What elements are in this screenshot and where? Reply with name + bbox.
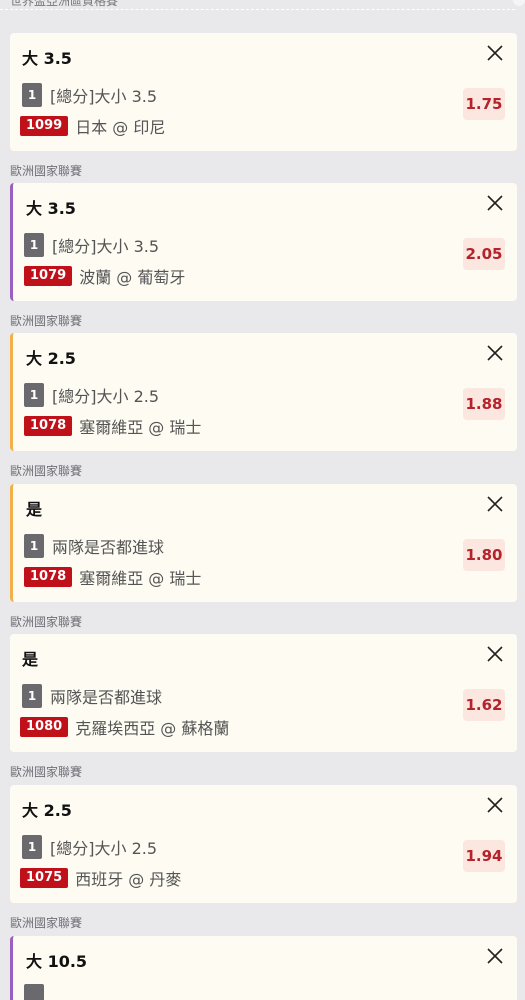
odds-button[interactable]: 1.88 [463,388,505,420]
close-icon [487,345,503,361]
remove-bet-button[interactable] [485,43,505,63]
market-label: [總分]大小 2.5 [52,387,160,406]
match-id-badge: 1079 [24,266,73,286]
odds-button[interactable]: 1.62 [463,689,505,721]
remove-bet-button[interactable] [485,494,505,514]
bet-slip-card: 是 1 兩隊是否都進球 1078 塞爾維亞 @ 瑞士 1.80 [10,484,517,602]
match-id-badge: 1080 [20,717,69,737]
corner-handle [513,0,525,6]
close-icon [487,948,503,964]
league-label-cut: 世界盃亞洲區資格賽 [10,0,119,8]
odds-button[interactable]: 1.94 [463,840,505,872]
selection-label: 大 2.5 [22,801,72,820]
remove-bet-button[interactable] [485,644,505,664]
selection-label: 大 2.5 [26,349,76,368]
match-id-badge: 1099 [20,116,69,136]
count-badge: 1 [24,233,44,257]
odds-button[interactable]: 1.75 [463,88,505,120]
bet-slip-card: 大 2.5 1 [總分]大小 2.5 1075 西班牙 @ 丹麥 1.94 [10,785,517,903]
odds-button[interactable]: 1.80 [463,539,505,571]
bet-slip-card: 大 3.5 1 [總分]大小 3.5 1079 波蘭 @ 葡萄牙 2.05 [10,183,517,301]
selection-label: 是 [22,650,39,669]
count-badge: 1 [22,684,42,708]
match-id-badge: 1078 [24,416,73,436]
league-label: 歐洲國家聯賽 [10,164,83,178]
bet-slip-card: 大 2.5 1 [總分]大小 2.5 1078 塞爾維亞 @ 瑞士 1.88 [10,333,517,451]
odds-button[interactable]: 2.05 [463,238,505,270]
league-label: 歐洲國家聯賽 [10,765,83,779]
selection-label: 大 10.5 [26,952,88,971]
league-label: 歐洲國家聯賽 [10,314,83,328]
league-label: 歐洲國家聯賽 [10,615,83,629]
market-label: [總分]大小 3.5 [52,237,160,256]
close-icon [487,45,503,61]
count-badge: 1 [22,83,42,107]
count-badge: 1 [24,383,44,407]
bet-slip-card: 是 1 兩隊是否都進球 1080 克羅埃西亞 @ 蘇格蘭 1.62 [10,634,517,752]
count-badge [24,984,44,1000]
teams-label: 塞爾維亞 @ 瑞士 [79,569,202,588]
market-label: [總分]大小 2.5 [50,839,158,858]
league-label: 歐洲國家聯賽 [10,464,83,478]
teams-label: 波蘭 @ 葡萄牙 [79,268,186,287]
market-label: [總分]大小 3.5 [50,87,158,106]
close-icon [487,646,503,662]
teams-label: 日本 @ 印尼 [75,118,166,137]
count-badge: 1 [24,534,44,558]
teams-label: 塞爾維亞 @ 瑞士 [79,418,202,437]
teams-label: 西班牙 @ 丹麥 [75,870,182,889]
market-label: 兩隊是否都進球 [50,688,163,707]
bet-slip-card: 大 10.5 [10,936,517,1000]
remove-bet-button[interactable] [485,193,505,213]
bet-slip-card: 大 3.5 1 [總分]大小 3.5 1099 日本 @ 印尼 1.75 [10,33,517,151]
selection-label: 大 3.5 [22,49,72,68]
selection-label: 是 [26,500,43,519]
league-label: 歐洲國家聯賽 [10,916,83,930]
market-label: 兩隊是否都進球 [52,538,165,557]
remove-bet-button[interactable] [485,343,505,363]
close-icon [487,195,503,211]
remove-bet-button[interactable] [485,795,505,815]
close-icon [487,797,503,813]
top-edge: 世界盃亞洲區資格賽 [0,0,525,10]
close-icon [487,496,503,512]
match-id-badge: 1078 [24,567,73,587]
teams-label: 克羅埃西亞 @ 蘇格蘭 [75,719,230,738]
divider [0,9,515,10]
selection-label: 大 3.5 [26,199,76,218]
match-id-badge: 1075 [20,868,69,888]
count-badge: 1 [22,835,42,859]
remove-bet-button[interactable] [485,946,505,966]
